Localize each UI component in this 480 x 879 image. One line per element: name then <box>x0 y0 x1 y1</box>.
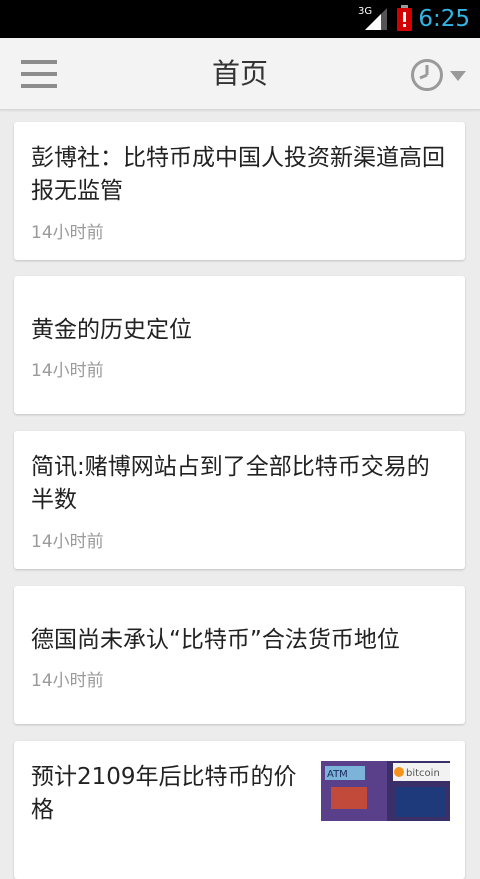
status-bar: 3G 6:25 <box>0 0 480 38</box>
article-card[interactable]: 彭博社：比特币成中国人投资新渠道高回报无监管 14小时前 <box>14 122 465 260</box>
thumbnail-bitcoin-text: bitcoin <box>406 768 440 779</box>
article-title: 德国尚未承认“比特币”合法货币地位 <box>31 627 400 653</box>
article-card[interactable]: 黄金的历史定位 14小时前 <box>14 276 465 414</box>
thumbnail-atm-text: ATM <box>327 769 348 780</box>
article-card[interactable]: 德国尚未承认“比特币”合法货币地位 14小时前 <box>14 586 465 724</box>
article-time: 14小时前 <box>31 671 104 691</box>
battery-low-icon <box>397 5 412 31</box>
article-title: 简讯:赌博网站占到了全部比特币交易的半数 <box>31 454 430 513</box>
article-thumbnail: ATM bitcoin <box>321 761 450 821</box>
clock-icon <box>411 59 443 91</box>
article-time: 14小时前 <box>31 532 104 552</box>
article-time: 14小时前 <box>31 361 104 381</box>
article-card[interactable]: 预计2109年后比特币的价格 ATM bitcoin <box>14 741 465 879</box>
article-time: 14小时前 <box>31 223 104 243</box>
app-bar: 首页 <box>0 38 480 110</box>
page-title: 首页 <box>211 57 268 90</box>
article-title: 黄金的历史定位 <box>31 317 192 343</box>
history-dropdown[interactable] <box>410 58 468 92</box>
article-card[interactable]: 简讯:赌博网站占到了全部比特币交易的半数 14小时前 <box>14 431 465 569</box>
article-title: 预计2109年后比特币的价格 <box>31 764 297 823</box>
chevron-down-icon <box>450 71 466 81</box>
signal-bars-icon <box>365 8 387 30</box>
clock-time: 6:25 <box>418 6 470 32</box>
article-title: 彭博社：比特币成中国人投资新渠道高回报无监管 <box>31 145 445 204</box>
